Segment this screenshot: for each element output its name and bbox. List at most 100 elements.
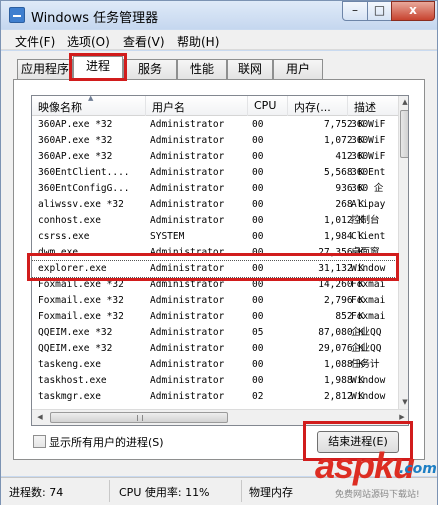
table-row[interactable]: taskhost.exe Administrator 00 1,988 K Window	[32, 373, 398, 389]
title-bar[interactable]: Windows 任务管理器 – □ x	[1, 1, 437, 29]
watermark-logo: aspku .com 免费网站源码下载站!	[315, 445, 437, 505]
tab-networking[interactable]: 联网	[227, 59, 273, 79]
cell-cpu: 02	[252, 391, 264, 402]
cell-name: conhost.exe	[38, 215, 101, 226]
cell-desc: Alipay	[351, 199, 386, 210]
watermark-tld: .com	[399, 461, 437, 477]
cell-cpu: 00	[252, 295, 264, 306]
window-title: Windows 任务管理器	[31, 11, 159, 26]
cell-user: Administrator	[150, 183, 225, 194]
horizontal-scroll-thumb[interactable]	[50, 412, 228, 423]
highlight-explorer-row	[27, 253, 399, 281]
menu-options[interactable]: 选项(O)	[67, 33, 110, 50]
table-row[interactable]: QQEIM.exe *32 Administrator 00 29,076 K 企业QQ	[32, 341, 398, 357]
tab-users[interactable]: 用户	[273, 59, 323, 79]
menu-help[interactable]: 帮助(H)	[177, 33, 219, 50]
cell-user: Administrator	[150, 199, 225, 210]
table-row[interactable]: taskmgr.exe Administrator 02 2,812 K Window	[32, 389, 398, 405]
cell-cpu: 00	[252, 311, 264, 322]
process-count: 进程数: 74	[9, 486, 64, 499]
cell-desc: 360 企	[351, 183, 384, 194]
col-memory[interactable]: 内存(...	[288, 96, 348, 116]
cell-user: Administrator	[150, 391, 225, 402]
table-row[interactable]: 360AP.exe *32 Administrator 00 412 K 360WiF	[32, 149, 398, 165]
table-row[interactable]: 360AP.exe *32 Administrator 00 1,072 K 360Wi…	[32, 133, 398, 149]
minimize-button[interactable]: –	[342, 1, 368, 21]
cell-name: QQEIM.exe *32	[38, 327, 113, 338]
cell-name: taskhost.exe	[38, 375, 107, 386]
table-row[interactable]: csrss.exe SYSTEM 00 1,984 K Client	[32, 229, 398, 245]
cell-user: Administrator	[150, 167, 225, 178]
cell-cpu: 00	[252, 231, 264, 242]
cell-name: 360AP.exe *32	[38, 119, 113, 130]
cell-desc: Foxmai	[351, 295, 386, 306]
show-all-users-label: 显示所有用户的进程(S)	[49, 436, 164, 449]
tab-performance[interactable]: 性能	[177, 59, 227, 79]
task-manager-icon	[9, 7, 25, 23]
column-header: 映像名称 ▲ 用户名 CPU 内存(... 描述	[32, 96, 398, 116]
table-row[interactable]: QQEIM.exe *32 Administrator 05 87,080 K 企业QQ	[32, 325, 398, 341]
cell-cpu: 00	[252, 215, 264, 226]
scroll-up-icon[interactable]: ▲	[399, 96, 408, 108]
cell-cpu: 00	[252, 359, 264, 370]
cell-user: SYSTEM	[150, 231, 185, 242]
menu-file[interactable]: 文件(F)	[15, 33, 55, 50]
scroll-left-icon[interactable]: ◀	[34, 411, 46, 423]
cpu-usage: CPU 使用率: 11%	[119, 486, 210, 499]
cell-cpu: 00	[252, 183, 264, 194]
cell-name: taskmgr.exe	[38, 391, 101, 402]
col-image-name[interactable]: 映像名称 ▲	[32, 96, 146, 116]
vertical-scroll-thumb[interactable]	[400, 110, 408, 158]
cell-user: Administrator	[150, 311, 225, 322]
cell-cpu: 05	[252, 327, 264, 338]
cell-desc: Foxmai	[351, 311, 386, 322]
show-all-users-checkbox[interactable]	[33, 435, 46, 448]
cell-desc: 360Ent	[351, 167, 386, 178]
cell-cpu: 00	[252, 343, 264, 354]
sort-ascending-icon: ▲	[88, 95, 94, 102]
cell-name: taskeng.exe	[38, 359, 101, 370]
cell-desc: Window	[351, 375, 386, 386]
cell-desc: 控制台	[351, 215, 380, 226]
cell-user: Administrator	[150, 215, 225, 226]
table-row[interactable]: Foxmail.exe *32 Administrator 00 2,796 K Fox…	[32, 293, 398, 309]
table-row[interactable]: 360EntConfigG... Administrator 00 936 K 360 …	[32, 181, 398, 197]
cell-desc: 360WiF	[351, 119, 386, 130]
maximize-button[interactable]: □	[367, 1, 392, 21]
col-cpu[interactable]: CPU	[248, 96, 288, 116]
cell-cpu: 00	[252, 135, 264, 146]
table-row[interactable]: taskeng.exe Administrator 00 1,088 K 任务计	[32, 357, 398, 373]
menu-bar: 文件(F) 选项(O) 查看(V) 帮助(H)	[1, 30, 437, 50]
cell-user: Administrator	[150, 327, 225, 338]
table-row[interactable]: Foxmail.exe *32 Administrator 00 852 K Foxma…	[32, 309, 398, 325]
col-description[interactable]: 描述	[348, 96, 398, 116]
cell-cpu: 00	[252, 199, 264, 210]
physical-memory: 物理内存	[249, 486, 293, 499]
cell-user: Administrator	[150, 135, 225, 146]
scroll-down-icon[interactable]: ▼	[399, 396, 408, 408]
close-button[interactable]: x	[391, 1, 435, 21]
table-row[interactable]: 360EntClient.... Administrator 00 5,568 K 36…	[32, 165, 398, 181]
menu-view[interactable]: 查看(V)	[123, 33, 165, 50]
cell-desc: 任务计	[351, 359, 380, 370]
status-divider	[109, 480, 110, 502]
cell-name: csrss.exe	[38, 231, 90, 242]
vertical-scrollbar[interactable]: ▲ ▼	[398, 96, 408, 409]
cell-name: 360EntClient....	[38, 167, 130, 178]
highlight-processes-tab	[69, 53, 127, 81]
cell-cpu: 00	[252, 151, 264, 162]
col-user-name[interactable]: 用户名	[146, 96, 248, 116]
table-row[interactable]: 360AP.exe *32 Administrator 00 7,752 K 360Wi…	[32, 117, 398, 133]
table-row[interactable]: conhost.exe Administrator 00 1,012 K 控制台	[32, 213, 398, 229]
cell-desc: 企业QQ	[351, 327, 382, 338]
cell-desc: 360WiF	[351, 151, 386, 162]
status-divider	[241, 480, 242, 502]
cell-user: Administrator	[150, 151, 225, 162]
cell-name: 360AP.exe *32	[38, 151, 113, 162]
cell-desc: 360WiF	[351, 135, 386, 146]
table-row[interactable]: aliwssv.exe *32 Administrator 00 268 K Alipa…	[32, 197, 398, 213]
cell-desc: Window	[351, 391, 386, 402]
col-image-name-label: 映像名称	[38, 101, 82, 114]
tab-services[interactable]: 服务	[123, 59, 177, 79]
tab-applications[interactable]: 应用程序	[17, 59, 73, 79]
